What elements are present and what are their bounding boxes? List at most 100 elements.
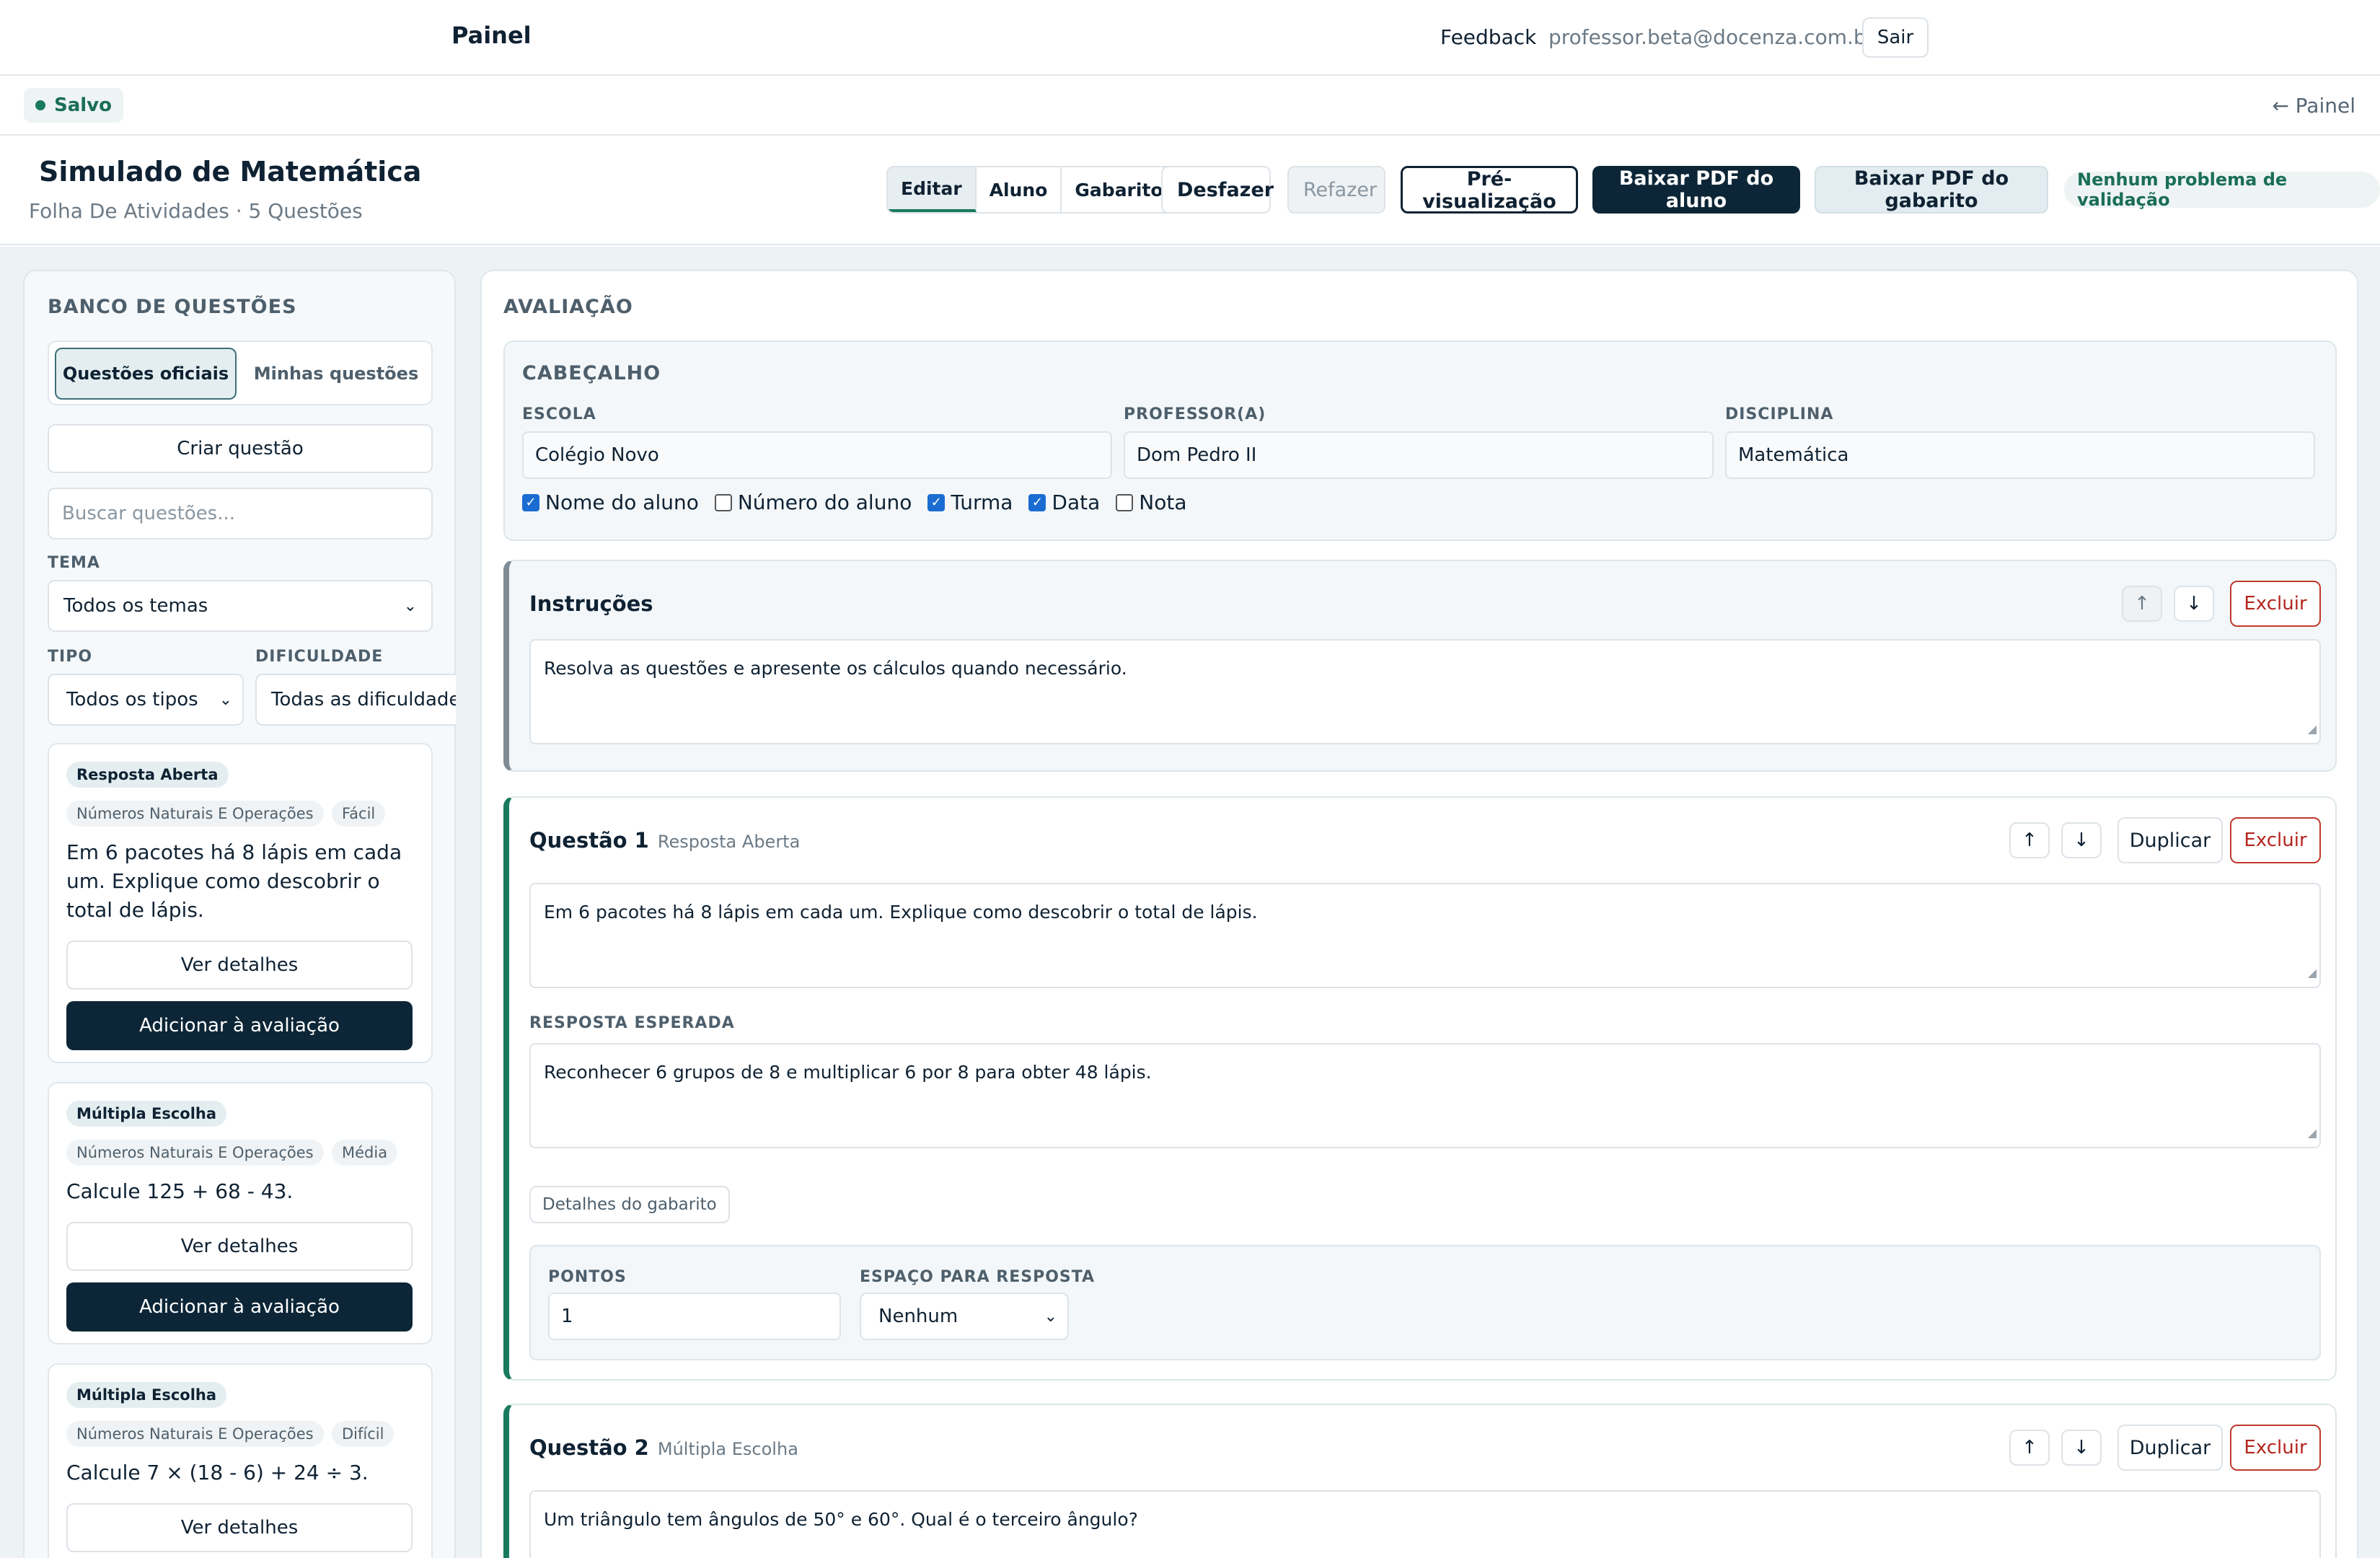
top-nav: Painel Feedback professor.beta@docenza.c… bbox=[0, 0, 2380, 76]
checkbox-student-name[interactable]: ✓ Nome do aluno bbox=[522, 490, 699, 514]
checkbox-unchecked[interactable] bbox=[1116, 493, 1134, 511]
checkbox-checked[interactable]: ✓ bbox=[1028, 493, 1046, 511]
question-block-1: Questão 1 Resposta Aberta ↑ ↓ Duplicar Ex… bbox=[503, 796, 2337, 1381]
difficulty-chip: Difícil bbox=[332, 1421, 395, 1447]
subject-label: DISCIPLINA bbox=[1725, 405, 1834, 423]
preview-button[interactable]: Pré-visualização bbox=[1401, 166, 1578, 214]
question-1-title: Questão 1 Resposta Aberta bbox=[529, 828, 800, 853]
logout-button[interactable]: Sair bbox=[1862, 17, 1929, 58]
question-block-2: Questão 2 Múltipla Escolha ↑ ↓ Duplicar E… bbox=[503, 1404, 2337, 1558]
view-details-button[interactable]: Ver detalhes bbox=[66, 1222, 413, 1271]
question-text: Em 6 pacotes há 8 lápis em cada um. Expl… bbox=[544, 902, 1258, 923]
expected-answer-text: Reconhecer 6 grupos de 8 e multiplicar 6… bbox=[544, 1062, 1152, 1083]
status-dot-icon bbox=[35, 100, 45, 110]
difficulty-filter-label: DIFICULDADE bbox=[255, 648, 384, 666]
checkbox-date[interactable]: ✓ Data bbox=[1028, 490, 1100, 514]
instructions-block: Instruções ↑ ↓ Excluir Resolva as questõ… bbox=[503, 560, 2337, 772]
duplicate-button[interactable]: Duplicar bbox=[2117, 817, 2223, 863]
question-bank-heading: BANCO DE QUESTÕES bbox=[48, 296, 297, 318]
move-down-button[interactable]: ↓ bbox=[2061, 822, 2102, 858]
points-input[interactable] bbox=[548, 1293, 841, 1340]
tab-official-questions[interactable]: Questões oficiais bbox=[55, 348, 237, 400]
answer-key-details-button[interactable]: Detalhes do gabarito bbox=[529, 1186, 730, 1223]
checkbox-grade[interactable]: Nota bbox=[1116, 490, 1186, 514]
duplicate-button[interactable]: Duplicar bbox=[2117, 1425, 2223, 1471]
tab-my-questions[interactable]: Minhas questões bbox=[245, 348, 427, 400]
question-type-label: Múltipla Escolha bbox=[657, 1439, 798, 1459]
question-bank-tabs: Questões oficiais Minhas questões bbox=[48, 340, 433, 405]
view-details-button[interactable]: Ver detalhes bbox=[66, 941, 413, 990]
mode-edit-tab[interactable]: Editar bbox=[888, 167, 977, 212]
assessment-panel: AVALIAÇÃO CABEÇALHO ESCOLA PROFESSOR(A) … bbox=[480, 270, 2358, 1558]
search-questions-input[interactable] bbox=[48, 488, 433, 540]
answer-space-label: ESPAÇO PARA RESPOSTA bbox=[860, 1268, 1096, 1286]
question-text-textarea[interactable]: Um triângulo tem ângulos de 50° e 60°. Q… bbox=[529, 1490, 2321, 1558]
add-to-assessment-button[interactable]: Adicionar à avaliação bbox=[66, 1282, 413, 1332]
points-label: PONTOS bbox=[548, 1268, 627, 1286]
topic-chip: Números Naturais E Operações bbox=[66, 801, 324, 827]
answer-space-value: Nenhum bbox=[878, 1306, 958, 1327]
nav-brand-dashboard[interactable]: Painel bbox=[451, 22, 532, 49]
resize-grip-icon[interactable]: ◢ bbox=[2308, 717, 2317, 741]
undo-button[interactable]: Desfazer bbox=[1161, 166, 1274, 214]
delete-question-button[interactable]: Excluir bbox=[2230, 817, 2321, 863]
checkbox-student-number[interactable]: Número do aluno bbox=[714, 490, 912, 514]
chevron-down-icon: ⌄ bbox=[219, 690, 232, 709]
subject-field[interactable] bbox=[1725, 431, 2315, 479]
checkbox-label: Nota bbox=[1139, 490, 1187, 514]
resize-grip-icon[interactable]: ◢ bbox=[2308, 1121, 2317, 1145]
move-down-button[interactable]: ↓ bbox=[2174, 586, 2214, 622]
difficulty-filter-select[interactable]: Todas as dificuldades bbox=[255, 674, 456, 726]
instructions-text: Resolva as questões e apresente os cálcu… bbox=[544, 658, 1127, 679]
question-card: Múltipla Escolha Números Naturais E Oper… bbox=[48, 1363, 433, 1558]
download-answer-key-pdf-button[interactable]: Baixar PDF do gabarito bbox=[1815, 166, 2048, 214]
checkbox-class[interactable]: ✓ Turma bbox=[927, 490, 1013, 514]
theme-filter-select[interactable]: Todos os temas ⌄ bbox=[48, 580, 433, 632]
redo-button[interactable]: Refazer bbox=[1287, 166, 1385, 214]
feedback-link[interactable]: Feedback bbox=[1440, 25, 1536, 49]
validation-status-badge: Nenhum problema de validação bbox=[2064, 170, 2380, 210]
expected-answer-label: RESPOSTA ESPERADA bbox=[529, 1014, 735, 1032]
download-student-pdf-button[interactable]: Baixar PDF do aluno bbox=[1592, 166, 1800, 214]
delete-question-button[interactable]: Excluir bbox=[2230, 1425, 2321, 1471]
theme-filter-value: Todos os temas bbox=[63, 595, 208, 617]
move-up-button[interactable]: ↑ bbox=[2009, 822, 2050, 858]
header-section-title: CABEÇALHO bbox=[522, 362, 661, 384]
move-up-button[interactable]: ↑ bbox=[2122, 586, 2162, 622]
question-text: Calcule 7 × (18 - 6) + 24 ÷ 3. bbox=[66, 1461, 369, 1484]
question-text-textarea[interactable]: Em 6 pacotes há 8 lápis em cada um. Expl… bbox=[529, 883, 2321, 988]
school-label: ESCOLA bbox=[522, 405, 596, 423]
checkbox-checked[interactable]: ✓ bbox=[927, 493, 946, 511]
add-to-assessment-button[interactable]: Adicionar à avaliação bbox=[66, 1001, 413, 1050]
question-text: Calcule 125 + 68 - 43. bbox=[66, 1179, 294, 1203]
question-bank-sidebar: BANCO DE QUESTÕES Questões oficiais Minh… bbox=[23, 270, 456, 1558]
mode-answer-key-tab[interactable]: Gabarito bbox=[1062, 167, 1176, 212]
checkbox-label: Data bbox=[1052, 490, 1101, 514]
topic-chip: Números Naturais E Operações bbox=[66, 1140, 324, 1166]
mode-student-tab[interactable]: Aluno bbox=[976, 167, 1062, 212]
view-details-button[interactable]: Ver detalhes bbox=[66, 1503, 413, 1552]
mode-switcher: Editar Aluno Gabarito bbox=[886, 166, 1178, 214]
school-field[interactable] bbox=[522, 431, 1112, 479]
move-up-button[interactable]: ↑ bbox=[2009, 1430, 2050, 1466]
move-down-button[interactable]: ↓ bbox=[2061, 1430, 2102, 1466]
delete-instructions-button[interactable]: Excluir bbox=[2230, 581, 2321, 627]
question-settings: PONTOS ESPAÇO PARA RESPOSTA Nenhum ⌄ bbox=[529, 1245, 2321, 1360]
question-type-chip: Múltipla Escolha bbox=[66, 1382, 227, 1408]
back-to-dashboard-link[interactable]: ← Painel bbox=[2272, 94, 2355, 118]
expected-answer-textarea[interactable]: Reconhecer 6 grupos de 8 e multiplicar 6… bbox=[529, 1043, 2321, 1148]
checkbox-label: Número do aluno bbox=[737, 490, 912, 514]
type-filter-select[interactable]: Todos os tipos ⌄ bbox=[48, 674, 244, 726]
teacher-label: PROFESSOR(A) bbox=[1124, 405, 1266, 423]
instructions-textarea[interactable]: Resolva as questões e apresente os cálcu… bbox=[529, 639, 2321, 744]
teacher-field[interactable] bbox=[1124, 431, 1714, 479]
checkbox-checked[interactable]: ✓ bbox=[522, 493, 539, 511]
question-2-title: Questão 2 Múltipla Escolha bbox=[529, 1435, 798, 1460]
answer-space-select[interactable]: Nenhum ⌄ bbox=[860, 1293, 1069, 1340]
page-subtitle: Folha De Atividades · 5 Questões bbox=[29, 199, 363, 223]
saved-label: Salvo bbox=[54, 94, 112, 116]
checkbox-unchecked[interactable] bbox=[714, 493, 732, 511]
create-question-button[interactable]: Criar questão bbox=[48, 424, 433, 473]
topic-chip: Números Naturais E Operações bbox=[66, 1421, 324, 1447]
resize-grip-icon[interactable]: ◢ bbox=[2308, 961, 2317, 985]
